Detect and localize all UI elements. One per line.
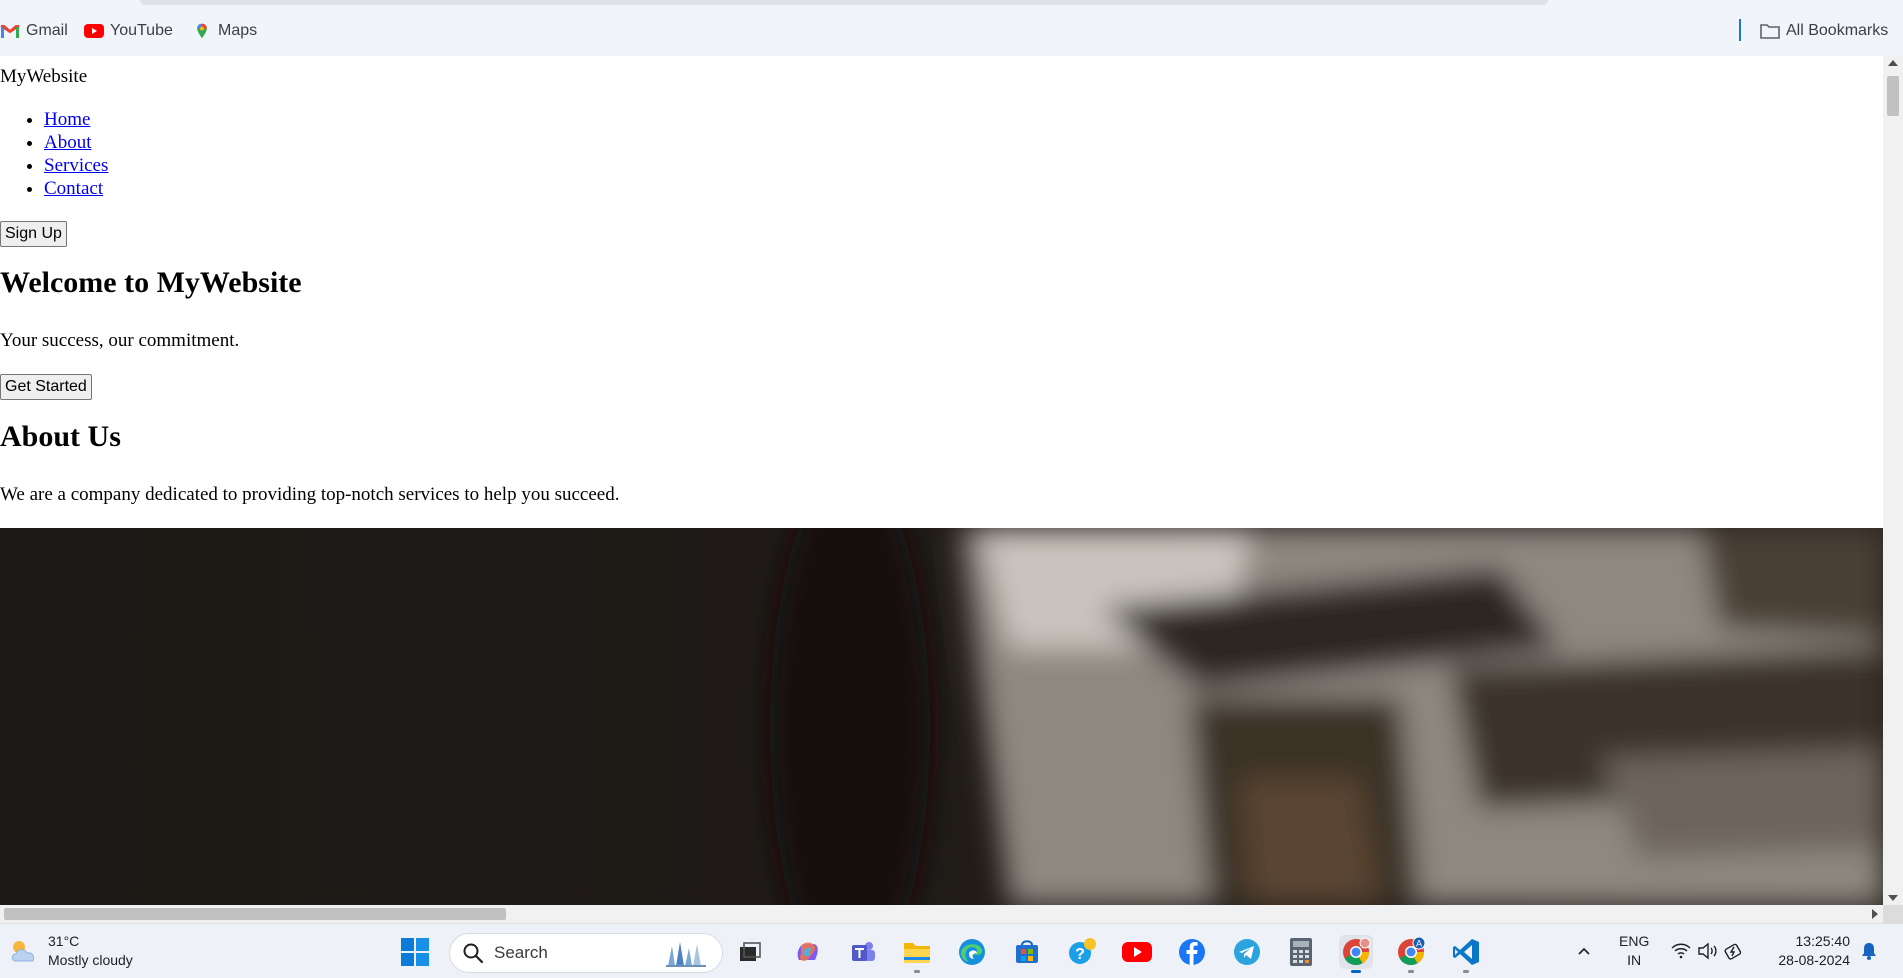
search-highlight-icon <box>666 942 706 967</box>
file-explorer-icon <box>904 943 930 963</box>
page-viewport: MyWebsite Home About Services Contact Si… <box>0 56 1883 905</box>
folder-icon <box>1760 24 1780 39</box>
horizontal-scrollbar[interactable] <box>0 905 1883 923</box>
telegram-icon <box>1234 939 1260 965</box>
about-title: About Us <box>0 420 121 453</box>
task-view-icon <box>740 942 761 961</box>
nav-link-home[interactable]: Home <box>44 109 90 130</box>
weather-temp: 31°C <box>48 933 80 949</box>
clock-time: 13:25:40 <box>1795 933 1851 949</box>
taskbar-file-explorer[interactable] <box>900 935 934 973</box>
search-label: Search <box>494 943 548 962</box>
site-logo: MyWebsite <box>0 66 88 87</box>
scroll-up-icon[interactable] <box>1888 60 1898 66</box>
battery-charging-icon[interactable] <box>1724 941 1744 961</box>
weather-widget[interactable]: 31°C Mostly cloudy <box>8 932 133 970</box>
vertical-scroll-thumb[interactable] <box>1887 76 1899 116</box>
windows-start-icon[interactable] <box>400 937 430 967</box>
address-bar-edge[interactable] <box>140 0 1548 5</box>
scrollbar-corner <box>1883 905 1903 923</box>
running-indicator <box>1463 970 1469 973</box>
taskbar-teams[interactable] <box>846 935 880 969</box>
gmail-icon <box>0 25 20 38</box>
notification-bell-icon[interactable] <box>1860 941 1878 961</box>
volume-icon[interactable] <box>1697 941 1719 961</box>
taskbar-vscode[interactable] <box>1449 935 1483 973</box>
bookmarks-divider <box>1739 19 1741 41</box>
nav-item-about: About <box>44 131 108 154</box>
bookmark-gmail[interactable]: Gmail <box>0 21 68 41</box>
scroll-down-icon[interactable] <box>1888 895 1898 901</box>
chrome-profile-icon: A <box>1398 937 1426 966</box>
wifi-icon[interactable] <box>1670 941 1692 961</box>
youtube-icon <box>1122 942 1152 962</box>
about-photo-image <box>0 528 1883 905</box>
all-bookmarks-label: All Bookmarks <box>1786 22 1889 39</box>
bookmark-label: Gmail <box>26 22 68 39</box>
taskbar-store[interactable] <box>1010 935 1044 969</box>
about-text: We are a company dedicated to providing … <box>0 484 620 505</box>
edge-icon <box>959 939 985 965</box>
nav-item-home: Home <box>44 108 108 131</box>
nav-item-services: Services <box>44 154 108 177</box>
help-icon: ? <box>1069 938 1096 964</box>
store-icon <box>1016 940 1038 963</box>
language-line1: ENG <box>1619 933 1650 949</box>
bookmark-youtube[interactable]: YouTube <box>84 21 173 41</box>
all-bookmarks-button[interactable]: All Bookmarks <box>1760 21 1888 41</box>
taskbar-edge[interactable] <box>955 935 989 969</box>
system-clock[interactable]: 13:25:40 28-08-2024 <box>1768 932 1850 970</box>
bookmarks-bar: Gmail YouTube Maps All Bookmarks <box>0 0 1903 56</box>
show-hidden-icons-chevron-icon[interactable] <box>1576 943 1592 959</box>
hero-title: Welcome to MyWebsite <box>0 266 302 299</box>
copilot-icon <box>797 942 818 961</box>
taskbar-facebook[interactable] <box>1175 935 1209 969</box>
language-indicator[interactable]: ENG IN <box>1619 932 1649 970</box>
about-photo <box>0 528 1883 905</box>
taskbar-telegram[interactable] <box>1230 935 1264 969</box>
taskbar-calculator[interactable] <box>1284 935 1318 969</box>
nav-link-services[interactable]: Services <box>44 155 108 176</box>
nav-link-about[interactable]: About <box>44 132 92 153</box>
bookmark-label: Maps <box>218 22 258 39</box>
running-indicator <box>1408 970 1414 973</box>
running-indicator <box>1351 970 1361 973</box>
nav-link-contact[interactable]: Contact <box>44 178 103 199</box>
get-started-button[interactable]: Get Started <box>0 374 92 400</box>
bookmark-maps[interactable]: Maps <box>192 21 257 41</box>
facebook-icon <box>1179 939 1205 965</box>
svg-text:?: ? <box>1075 946 1085 963</box>
sign-up-button[interactable]: Sign Up <box>0 221 67 247</box>
weather-condition: Mostly cloudy <box>48 952 133 968</box>
taskbar-youtube[interactable] <box>1120 935 1154 969</box>
chrome-icon <box>1343 937 1371 966</box>
horizontal-scroll-thumb[interactable] <box>4 908 506 920</box>
cloud-sun-icon <box>11 941 35 962</box>
language-line2: IN <box>1627 952 1642 968</box>
vscode-icon <box>1453 939 1479 965</box>
taskbar-copilot[interactable] <box>790 935 824 969</box>
main-nav: Home About Services Contact <box>0 108 108 200</box>
bookmark-label: YouTube <box>110 22 173 39</box>
taskbar-chrome-profile[interactable]: A <box>1394 935 1428 973</box>
calculator-icon <box>1290 938 1312 966</box>
vertical-scrollbar[interactable] <box>1883 56 1903 905</box>
svg-text:A: A <box>1416 939 1422 949</box>
taskbar-task-view[interactable] <box>733 935 767 969</box>
teams-icon <box>852 942 875 961</box>
taskbar: 31°C Mostly cloudy Search ? A ENG IN 13:… <box>0 923 1903 978</box>
taskbar-search[interactable]: Search <box>449 933 723 973</box>
nav-item-contact: Contact <box>44 177 108 200</box>
clock-date: 28-08-2024 <box>1778 952 1850 968</box>
taskbar-get-help[interactable]: ? <box>1065 935 1099 969</box>
hero-tagline: Your success, our commitment. <box>0 330 240 351</box>
taskbar-chrome[interactable] <box>1339 935 1373 973</box>
youtube-icon <box>84 24 104 38</box>
scroll-right-icon[interactable] <box>1872 909 1878 919</box>
running-indicator <box>914 970 920 973</box>
maps-icon <box>197 23 207 39</box>
search-icon <box>463 943 484 964</box>
